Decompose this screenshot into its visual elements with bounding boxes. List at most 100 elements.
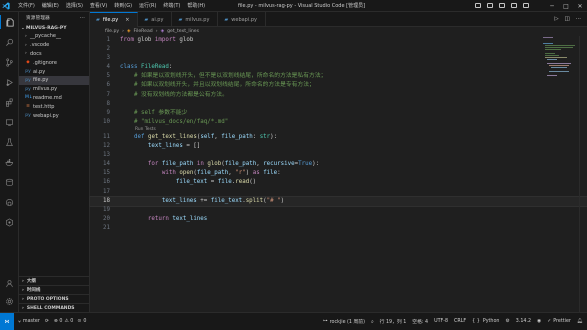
menu-terminal[interactable]: 终端(T) [163,2,180,9]
copilot-icon[interactable] [475,3,481,8]
notifications-bell-icon[interactable]: 🔔︎ [577,319,583,324]
prettier-status[interactable]: ✓ Prettier [547,319,571,324]
tab-milvus-py[interactable]: ▰ milvus.py [172,12,219,27]
run-file-icon[interactable]: ▷ [554,16,558,22]
settings-gear-icon[interactable] [0,294,19,308]
customize-layout-icon[interactable] [523,3,529,8]
chevron-right-icon: › [22,287,24,293]
extensions-icon[interactable] [0,95,19,109]
code-line: 13 [103,152,110,159]
tree-item-milvus-py[interactable]: py milvus.py [19,85,89,94]
tree-item-webapi-py[interactable]: py webapi.py [19,111,89,120]
language-braces[interactable]: { } [472,319,480,324]
tab-ai-py[interactable]: ▰ ai.py [138,12,173,27]
gitlens-icon[interactable] [0,215,19,229]
python-env-icon[interactable]: ⚙ [505,319,509,324]
python-file-icon: ▰ [144,16,149,23]
workspace-root[interactable]: ⌄ MILVUS-RAG-PY [19,24,89,32]
python-file-icon: py [25,69,31,75]
zoom-icon[interactable]: ⌕ [371,319,374,325]
menu-help[interactable]: 帮助(H) [187,2,205,9]
menu-view[interactable]: 查看(V) [90,2,107,9]
vertical-scrollbar[interactable] [579,36,587,312]
timeline-section[interactable]: › 时间线 [19,285,90,294]
database-icon[interactable] [0,175,19,189]
close-tab-icon[interactable]: × [125,17,129,23]
python-version[interactable]: 3.14.2 [516,319,531,324]
code-line: 1 from glob import glob [106,37,194,43]
accounts-icon[interactable] [0,276,19,290]
menu-edit[interactable]: 编辑(E) [42,2,59,9]
end-of-line[interactable]: CRLF [454,319,466,324]
chevron-right-icon: › [122,29,124,34]
menu-selection[interactable]: 选择(S) [66,2,83,9]
remote-explorer-icon[interactable] [0,115,19,129]
python-file-icon: py [25,113,31,119]
tree-item-docs[interactable]: › docs [19,50,89,59]
menu-go[interactable]: 转到(G) [114,2,132,9]
toggle-primary-sidebar-icon[interactable] [487,3,493,8]
menu-run[interactable]: 运行(R) [139,2,156,9]
code-line-current: 18 text_lines += file_text.split("# ") [89,195,587,207]
python-file-icon: py [25,77,31,83]
maximize-button[interactable]: □ [559,0,573,12]
remote-indicator-icon[interactable]: ⋈ [0,312,14,330]
encoding[interactable]: UTF-8 [434,319,448,324]
copilot-status-icon[interactable]: ◉ [537,319,541,324]
more-actions-icon[interactable]: ··· [576,16,581,22]
split-editor-icon[interactable]: ◫ [565,16,570,22]
code-line: 5 # 如果是以双划线开头，但不是以双划线结尾，所命名的方法是私有方法； [106,73,327,80]
tree-item-file-py[interactable]: py file.py [19,75,89,85]
git-blame-status[interactable]: ⊶ rockjie (1 周前) [323,318,365,325]
language-mode[interactable]: Python [483,319,500,324]
ports-status[interactable]: ⊙ 0 [77,319,86,324]
sync-icon[interactable]: ⟳ [45,319,49,324]
minimize-button[interactable]: ─ [545,0,559,12]
indentation[interactable]: 空格: 4 [412,318,428,325]
cursor-position[interactable]: 行 19，列 1 [380,318,407,325]
code-line: 10 # "milvus_docs/en/faq/*.md" [103,118,229,125]
more-actions-icon[interactable]: ··· [80,15,85,21]
shell-commands-section[interactable]: › SHELL COMMANDS [19,303,90,312]
menu-file[interactable]: 文件(F) [18,2,35,9]
tree-item-pycache[interactable]: › __pycache__ [19,32,89,41]
minimap[interactable] [543,36,577,146]
toggle-secondary-sidebar-icon[interactable] [511,3,517,8]
codelens-label[interactable]: Run Tests [135,127,156,132]
proto-options-section[interactable]: › PROTO OPTIONS [19,294,90,303]
code-editor[interactable]: 1 from glob import glob 2 3 4 class FileRe… [89,36,587,233]
explorer-header: 资源管理器 ··· [19,12,89,24]
branch-status[interactable]: ⑂ master [18,319,40,325]
http-file-icon: ≡ [26,104,30,110]
section-label: SHELL COMMANDS [26,305,75,311]
python-file-icon: ▰ [224,16,229,23]
tree-item-gitignore[interactable]: ◆ .gitignore [19,58,89,67]
source-control-icon[interactable] [0,55,19,69]
tree-item-vscode[interactable]: › .vscode [19,41,89,50]
search-icon[interactable] [0,35,19,49]
tree-item-ai-py[interactable]: py ai.py [19,67,89,76]
close-button[interactable]: ✕ [573,0,587,12]
breadcrumb-method[interactable]: get_text_lines [167,29,199,34]
tab-file-py[interactable]: ▰ file.py × [90,12,139,27]
docker-icon[interactable] [0,155,19,169]
tree-item-test-http[interactable]: ≡ test.http [19,102,89,111]
chevron-right-icon: › [22,296,24,302]
problems-status[interactable]: ⊗ 0 ⚠ 0 [54,319,74,324]
run-debug-icon[interactable] [0,75,19,89]
tree-item-readme[interactable]: M↓ readme.md [19,94,89,103]
section-label: 大纲 [26,279,36,284]
breadcrumb-file[interactable]: file.py [105,29,119,34]
explorer-icon[interactable] [0,15,19,29]
github-icon[interactable] [0,195,19,209]
window-title: file.py - milvus-rag-py - Visual Studio … [238,3,366,9]
ports-icon: ⊙ [77,319,82,324]
outline-section[interactable]: › 大纲 [19,276,90,285]
tree-item-label: file.py [33,77,49,84]
code-line: 20 return text_lines [103,215,208,222]
testing-icon[interactable] [0,135,19,149]
breadcrumb-class[interactable]: FileRead [133,29,152,34]
editor-area: ▰ file.py × ▰ ai.py ▰ milvus.py ▰ webapi… [89,12,587,312]
toggle-panel-icon[interactable] [499,3,505,8]
tab-webapi-py[interactable]: ▰ webapi.py [218,12,266,27]
